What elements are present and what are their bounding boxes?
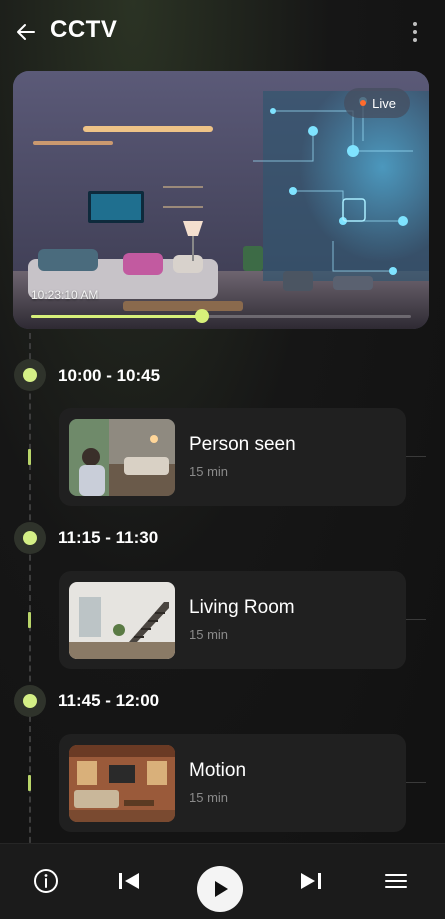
skip-previous-icon xyxy=(119,873,139,889)
page-title: CCTV xyxy=(50,16,118,43)
info-button[interactable] xyxy=(26,861,66,901)
cctv-screen: CCTV Live 10:23:10 AM 10:00 - 10:45 Pers… xyxy=(0,0,445,919)
live-label: Live xyxy=(372,95,396,111)
camera-live-view[interactable]: Live 10:23:10 AM xyxy=(13,71,429,329)
more-options-button[interactable] xyxy=(404,18,426,46)
event-duration: 15 min xyxy=(189,627,229,642)
video-timestamp: 10:23:10 AM xyxy=(31,288,99,302)
arrow-left-icon xyxy=(17,24,35,40)
event-thumbnail xyxy=(69,419,175,496)
playback-controls xyxy=(0,843,445,919)
event-duration: 15 min xyxy=(189,464,229,479)
play-button[interactable] xyxy=(197,866,243,912)
event-title: Person seen xyxy=(189,434,296,455)
time-range: 11:15 - 11:30 xyxy=(58,528,159,547)
skip-next-icon xyxy=(301,873,321,889)
back-button[interactable] xyxy=(12,18,40,46)
divider xyxy=(406,782,426,783)
event-card[interactable]: Living Room 15 min xyxy=(59,571,406,669)
timeline-node xyxy=(14,685,46,717)
next-button[interactable] xyxy=(290,861,330,901)
app-header: CCTV xyxy=(0,0,445,62)
progress-handle[interactable] xyxy=(195,309,209,323)
time-range: 11:45 - 12:00 xyxy=(58,691,160,710)
divider xyxy=(406,619,426,620)
menu-button[interactable] xyxy=(376,861,416,901)
event-thumbnail xyxy=(69,582,175,659)
progress-fill xyxy=(31,315,202,318)
event-thumbnail xyxy=(69,745,175,822)
menu-icon xyxy=(385,874,407,888)
event-title: Motion xyxy=(189,760,247,781)
timeline-node xyxy=(14,522,46,554)
divider xyxy=(406,456,426,457)
timeline-node xyxy=(14,359,46,391)
event-card[interactable]: Motion 15 min xyxy=(59,734,406,832)
live-indicator-icon xyxy=(360,100,367,106)
video-progress-bar[interactable] xyxy=(31,309,411,323)
event-duration: 15 min xyxy=(189,790,229,805)
event-card[interactable]: Person seen 15 min xyxy=(59,408,406,506)
event-title: Living Room xyxy=(189,597,295,618)
live-badge[interactable]: Live xyxy=(344,88,410,118)
time-range: 10:00 - 10:45 xyxy=(58,366,161,385)
previous-button[interactable] xyxy=(110,861,150,901)
timeline-tick xyxy=(28,449,31,465)
timeline-tick xyxy=(28,775,31,791)
timeline-tick xyxy=(28,612,31,628)
info-icon xyxy=(34,869,58,893)
more-vertical-icon xyxy=(413,22,417,26)
play-icon xyxy=(215,881,228,897)
